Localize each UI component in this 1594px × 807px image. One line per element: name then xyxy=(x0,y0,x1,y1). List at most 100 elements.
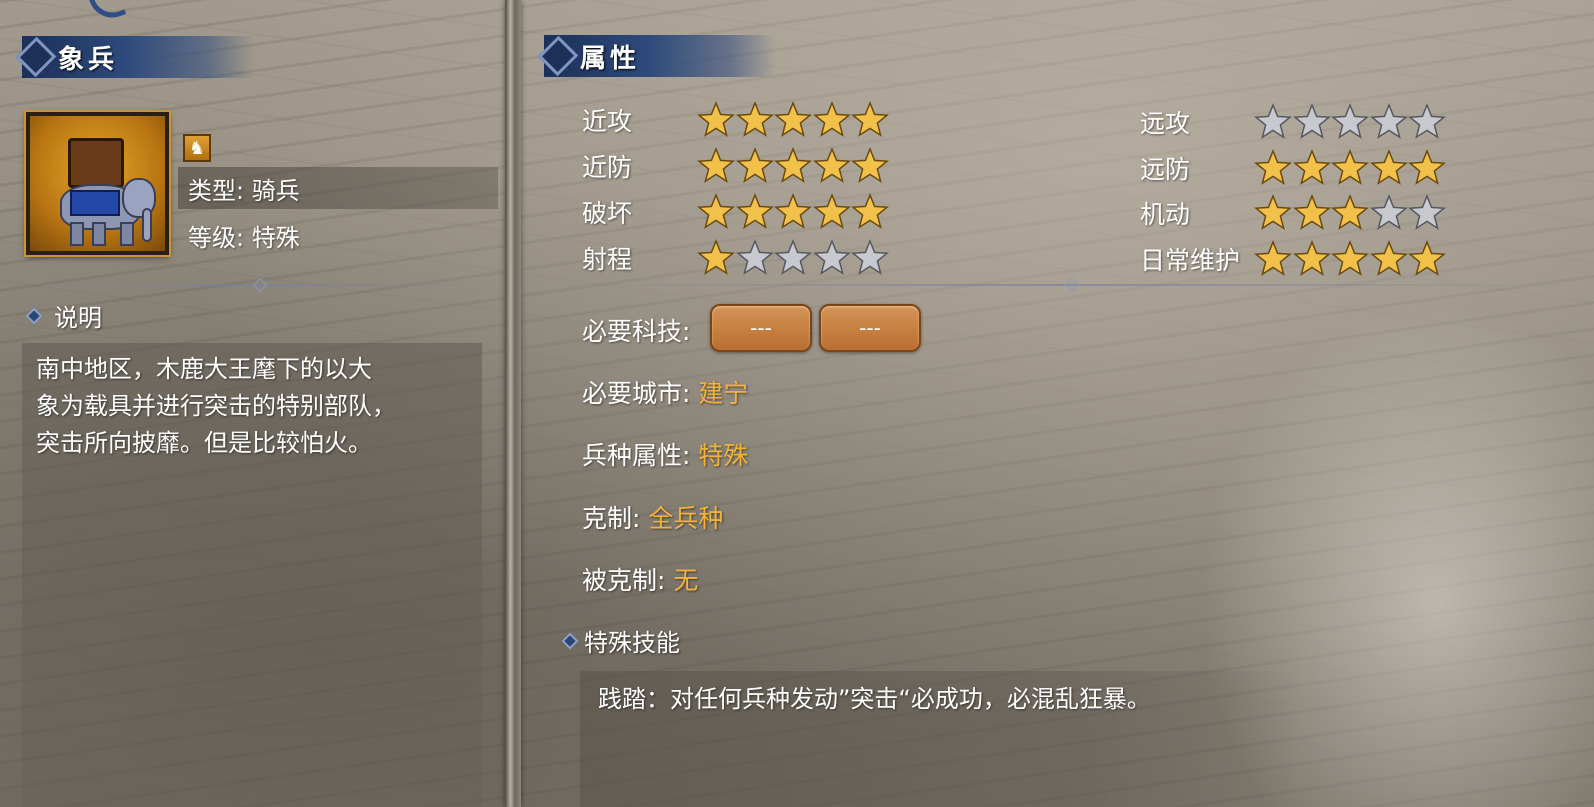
star-filled-icon xyxy=(735,193,774,231)
star-empty-icon xyxy=(1254,103,1292,141)
special-skill-box: 践踏：对任何兵种发动”突击“必成功，必混乱狂暴。 xyxy=(580,671,1300,807)
stat-melee-attack: 近攻 xyxy=(582,100,632,140)
star-filled-icon xyxy=(697,101,735,139)
required-tech-button-2[interactable]: --- xyxy=(819,304,921,352)
star-rating xyxy=(1254,103,1447,141)
star-empty-icon xyxy=(851,239,889,277)
stat-upkeep: 日常维护 xyxy=(1140,239,1240,279)
unit-portrait xyxy=(26,112,169,255)
diamond-bullet-icon xyxy=(561,632,579,649)
required-tech-label: 必要科技: xyxy=(582,317,691,346)
star-rating xyxy=(697,101,890,139)
star-rating xyxy=(1254,240,1447,278)
stat-range: 射程 xyxy=(582,238,632,278)
description-header: 说明 xyxy=(25,298,102,333)
star-empty-icon xyxy=(1292,103,1331,141)
diamond-icon xyxy=(18,36,48,78)
star-filled-icon xyxy=(1331,240,1369,278)
special-skill-header: 特殊技能 xyxy=(561,623,680,658)
star-empty-icon xyxy=(735,239,774,277)
divider-line xyxy=(540,284,1594,286)
howdah xyxy=(68,138,124,188)
star-empty-icon xyxy=(1408,103,1446,141)
counters-label: 克制: xyxy=(582,504,641,533)
divider-line xyxy=(20,284,490,286)
countered-by: 被克制: 无 xyxy=(582,561,698,597)
special-skill-text: 践踏：对任何兵种发动”突击“必成功，必混乱狂暴。 xyxy=(598,685,1151,713)
description-line: 象为载具并进行突击的特别部队， xyxy=(36,392,396,420)
star-rating xyxy=(1254,194,1447,232)
attributes-header: 属性 xyxy=(544,35,776,77)
star-empty-icon xyxy=(1408,194,1446,232)
stat-label: 日常维护 xyxy=(1140,246,1241,275)
star-rating xyxy=(697,239,890,277)
star-rating xyxy=(697,147,890,185)
star-filled-icon xyxy=(1292,149,1331,187)
stat-label: 近攻 xyxy=(582,107,633,136)
star-empty-icon xyxy=(1331,103,1369,141)
stat-melee-defense: 近防 xyxy=(582,146,632,186)
star-filled-icon xyxy=(812,193,851,231)
star-rating xyxy=(697,193,890,231)
elephant-leg xyxy=(92,222,106,246)
description-line: 南中地区，木鹿大王麾下的以大 xyxy=(36,355,372,383)
stat-label: 远防 xyxy=(1140,155,1191,184)
star-filled-icon xyxy=(1331,149,1369,187)
star-filled-icon xyxy=(812,101,851,139)
star-filled-icon xyxy=(1369,240,1408,278)
star-filled-icon xyxy=(1331,194,1369,232)
stat-destruction: 破坏 xyxy=(582,192,632,232)
star-filled-icon xyxy=(1254,194,1292,232)
star-filled-icon xyxy=(774,101,812,139)
star-empty-icon xyxy=(774,239,812,277)
star-filled-icon xyxy=(851,193,889,231)
star-filled-icon xyxy=(697,239,735,277)
star-filled-icon xyxy=(1369,149,1408,187)
unit-type: 类型: 骑兵 xyxy=(178,167,498,209)
star-rating xyxy=(1254,149,1447,187)
countered-by-label: 被克制: xyxy=(582,566,666,595)
elephant-leg xyxy=(120,222,134,246)
star-filled-icon xyxy=(812,147,851,185)
stat-label: 机动 xyxy=(1140,200,1191,229)
star-empty-icon xyxy=(1369,103,1408,141)
special-skill-title: 特殊技能 xyxy=(584,629,680,657)
star-filled-icon xyxy=(1408,149,1446,187)
panel-divider xyxy=(505,0,521,807)
description-line: 突击所向披靡。但是比较怕火。 xyxy=(36,429,372,457)
star-filled-icon xyxy=(774,193,812,231)
stat-label: 破坏 xyxy=(582,199,633,228)
saddle-cloth xyxy=(70,190,120,216)
unit-attribute: 兵种属性: 特殊 xyxy=(582,436,748,472)
attributes-title: 属性 xyxy=(580,43,641,74)
elephant-leg xyxy=(70,222,84,246)
star-empty-icon xyxy=(812,239,851,277)
diamond-bullet-icon xyxy=(25,307,43,324)
star-empty-icon xyxy=(1369,194,1408,232)
description-box: 南中地区，木鹿大王麾下的以大 象为载具并进行突击的特别部队， 突击所向披靡。但是… xyxy=(22,343,482,807)
required-city-label: 必要城市: xyxy=(582,379,691,408)
unit-attribute-label: 兵种属性: xyxy=(582,441,691,470)
unit-name-header: 象兵 xyxy=(22,36,254,78)
counters: 克制: 全兵种 xyxy=(582,499,723,535)
star-filled-icon xyxy=(735,101,774,139)
stat-mobility: 机动 xyxy=(1140,193,1190,233)
required-city: 必要城市: 建宁 xyxy=(582,374,748,410)
star-filled-icon xyxy=(1254,149,1292,187)
star-filled-icon xyxy=(735,147,774,185)
star-filled-icon xyxy=(1292,194,1331,232)
star-filled-icon xyxy=(1408,240,1446,278)
horse-icon: ♞ xyxy=(183,134,211,162)
star-filled-icon xyxy=(851,101,889,139)
diamond-icon xyxy=(540,35,570,77)
elephant-trunk xyxy=(142,208,152,242)
countered-by-value: 无 xyxy=(673,566,699,595)
stat-label: 远攻 xyxy=(1140,109,1191,138)
required-tech-button-1[interactable]: --- xyxy=(710,304,812,352)
stat-ranged-defense: 远防 xyxy=(1140,148,1190,188)
unit-name: 象兵 xyxy=(58,44,119,75)
star-filled-icon xyxy=(1254,240,1292,278)
star-filled-icon xyxy=(697,193,735,231)
star-filled-icon xyxy=(697,147,735,185)
unit-attribute-value: 特殊 xyxy=(698,441,749,470)
